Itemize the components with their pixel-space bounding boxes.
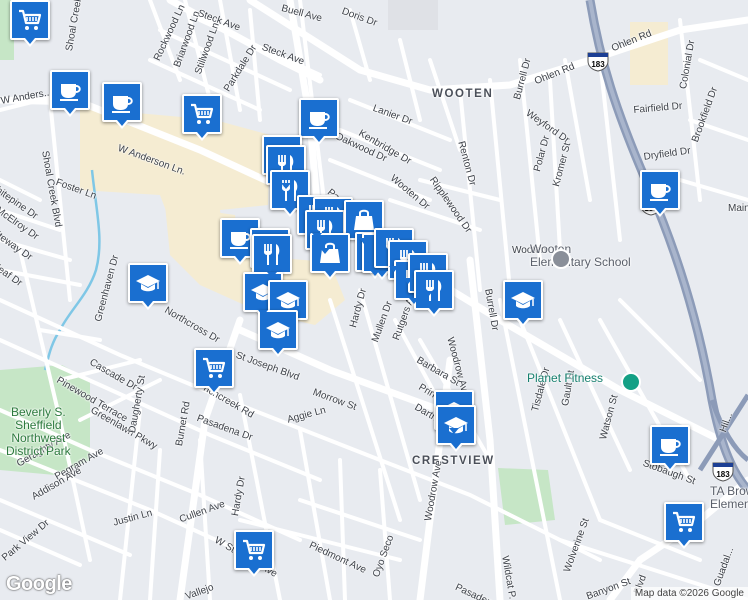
coffee-marker-icon[interactable] [299, 98, 339, 145]
beverly-park-label: Beverly S. Sheffield Northwest District … [6, 405, 71, 458]
planet-fitness-place-icon[interactable] [621, 372, 641, 392]
street-label: Maine [728, 203, 748, 214]
map-canvas[interactable]: WOOTEN CRESTVIEW Doris Dr Buell Ave Steck Av… [0, 0, 748, 600]
school-marker-icon[interactable] [258, 310, 298, 357]
ta-brown-label: TA Brow Elementary Schoo [710, 484, 748, 511]
coffee-marker-icon[interactable] [650, 425, 690, 472]
coffee-marker-icon[interactable] [50, 70, 90, 117]
svg-text:183: 183 [716, 470, 730, 479]
us-highway-shield-icon: 183 [712, 462, 734, 487]
utensils-marker-icon[interactable] [414, 270, 454, 317]
map-attribution[interactable]: Map data ©2026 Google [630, 587, 748, 600]
google-logo: Google [6, 573, 72, 595]
us-highway-shield-icon: 183 [587, 52, 609, 77]
cart-marker-icon[interactable] [194, 348, 234, 395]
cart-marker-icon[interactable] [182, 94, 222, 141]
cart-marker-icon[interactable] [664, 502, 704, 549]
school-marker-icon[interactable] [128, 263, 168, 310]
school-marker-icon[interactable] [503, 280, 543, 327]
wooten-area-label: WOOTEN [432, 88, 494, 100]
wooten-elementary-label: Wooten Elementary School [530, 242, 631, 269]
school-marker-icon[interactable] [436, 405, 476, 452]
coffee-marker-icon[interactable] [102, 82, 142, 129]
cart-marker-icon[interactable] [234, 530, 274, 577]
planet-fitness-label: Planet Fitness [527, 371, 604, 385]
cart-marker-icon[interactable] [10, 0, 50, 47]
wooten-school-place-icon[interactable] [551, 249, 571, 269]
svg-text:183: 183 [591, 60, 605, 69]
crestview-area-label: CRESTVIEW [412, 455, 495, 467]
coffee-marker-icon[interactable] [640, 170, 680, 217]
